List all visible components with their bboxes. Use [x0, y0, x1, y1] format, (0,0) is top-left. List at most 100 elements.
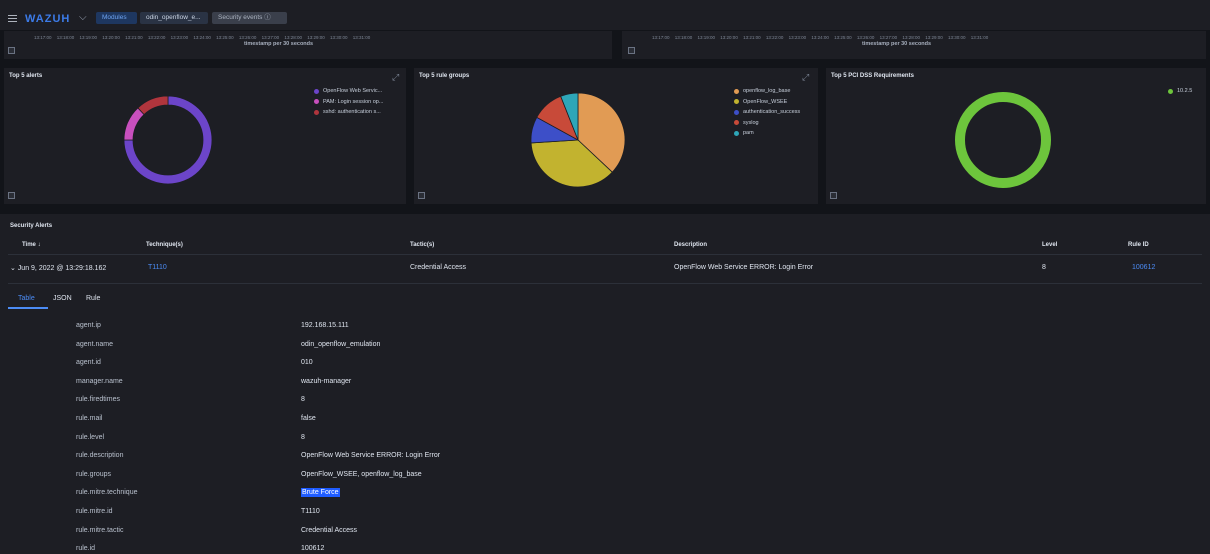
- legend-item[interactable]: sshd: authentication s...: [314, 107, 383, 118]
- detail-value-text: OpenFlow Web Service ERROR: Login Error: [301, 452, 441, 460]
- pci-dss-donut-chart: [955, 92, 1051, 188]
- chart-slices: [955, 92, 1051, 188]
- row-level: 8: [1042, 264, 1046, 271]
- column-header-tactic[interactable]: Tactic(s): [410, 242, 434, 248]
- legend-label: PAM: Login session op...: [323, 98, 384, 105]
- legend-toggle-icon[interactable]: [830, 192, 837, 199]
- detail-key: rule.level: [76, 433, 105, 441]
- column-header-description[interactable]: Description: [674, 242, 707, 248]
- legend-toggle-icon[interactable]: [628, 47, 635, 54]
- detail-value-text: 8: [301, 433, 305, 441]
- detail-value: 192.168.15.111: [301, 322, 349, 329]
- detail-value-text: Brute Force: [301, 488, 340, 498]
- legend-item[interactable]: OpenFlow_WSEE: [734, 97, 800, 108]
- detail-value-text: wazuh-manager: [301, 377, 352, 385]
- top-5-alerts-panel: Top 5 alerts ⤢ OpenFlow Web Servic... PA…: [4, 68, 406, 204]
- tab-json[interactable]: JSON: [53, 295, 72, 302]
- breadcrumb-modules[interactable]: Modules: [96, 12, 137, 24]
- detail-row: rule.mitre.technique Brute Force: [0, 483, 1210, 503]
- detail-value-text: 010: [301, 359, 313, 367]
- detail-key: rule.id: [76, 545, 96, 553]
- detail-value-text: 192.168.15.111: [301, 322, 349, 329]
- legend-dot: [314, 109, 319, 115]
- detail-value: T1110: [301, 508, 320, 515]
- chart-slice[interactable]: [955, 92, 1051, 188]
- detail-value-text: 8: [301, 396, 305, 404]
- detail-key: rule.firedtimes: [76, 396, 120, 404]
- legend-toggle-icon[interactable]: [418, 192, 425, 199]
- legend-label: OpenFlow Web Servic...: [323, 88, 383, 95]
- legend-item[interactable]: openflow_log_base: [734, 86, 800, 97]
- column-header-level[interactable]: Level: [1042, 242, 1057, 248]
- legend-item[interactable]: OpenFlow Web Servic...: [314, 86, 383, 97]
- detail-value: odin_openflow_emulation: [301, 341, 380, 348]
- histogram-x-ticks: 13:17:00 13:18:00 13:19:00 13:20:00 13:2…: [652, 35, 989, 40]
- detail-row: rule.groups OpenFlow_WSEE, openflow_log_b…: [0, 465, 1210, 485]
- detail-key: agent.name: [76, 340, 113, 348]
- column-header-technique[interactable]: Technique(s): [146, 242, 183, 248]
- histogram-panel-left: 13:17:00 13:18:00 13:19:00 13:20:00 13:2…: [4, 31, 612, 59]
- detail-value: OpenFlow_WSEE, openflow_log_base: [301, 471, 422, 478]
- divider: [8, 283, 1202, 284]
- legend-dot: [1168, 88, 1173, 94]
- detail-key: rule.description: [76, 452, 124, 460]
- top-5-rule-groups-panel: Top 5 rule groups ⤢ openflow_log_base Op…: [414, 68, 818, 204]
- detail-row: rule.mitre.tactic Credential Access: [0, 521, 1210, 541]
- column-header-time[interactable]: Time ↓: [22, 242, 41, 248]
- column-header-rule-id[interactable]: Rule ID: [1128, 242, 1149, 248]
- detail-value-text: false: [301, 415, 316, 422]
- divider: [8, 254, 1202, 255]
- detail-row: agent.name odin_openflow_emulation: [0, 335, 1210, 355]
- legend-label: syslog: [743, 119, 759, 126]
- tab-rule[interactable]: Rule: [86, 295, 100, 302]
- detail-key: rule.mitre.tactic: [76, 526, 124, 534]
- legend-label: sshd: authentication s...: [323, 109, 381, 116]
- detail-key: rule.mail: [76, 415, 103, 422]
- chart-legend: 10.2.5: [1168, 86, 1192, 97]
- detail-row: rule.mitre.id T1110: [0, 502, 1210, 522]
- detail-key: manager.name: [76, 377, 123, 385]
- row-technique-link[interactable]: T1110: [148, 264, 167, 271]
- tab-table[interactable]: Table: [18, 295, 35, 302]
- legend-dot: [314, 99, 319, 105]
- detail-row: rule.firedtimes 8: [0, 390, 1210, 410]
- breadcrumb-current: Security events ⓘ: [212, 12, 287, 24]
- detail-key: agent.ip: [76, 322, 101, 329]
- wazuh-logo[interactable]: WAZUH: [25, 13, 70, 25]
- chevron-down-icon[interactable]: ⌵: [79, 12, 87, 23]
- legend-item[interactable]: syslog: [734, 118, 800, 129]
- detail-row: agent.id 010: [0, 353, 1210, 373]
- top-bar: WAZUH ⌵ Modules odin_openflow_e... Secur…: [0, 0, 1210, 30]
- chart-slice[interactable]: [137, 95, 169, 116]
- chart-legend: openflow_log_base OpenFlow_WSEE authenti…: [734, 86, 800, 139]
- security-alerts-title: Security Alerts: [10, 223, 53, 229]
- breadcrumb-agent[interactable]: odin_openflow_e...: [140, 12, 208, 24]
- detail-value: 100612: [301, 545, 324, 552]
- detail-value: OpenFlow Web Service ERROR: Login Error: [301, 452, 440, 459]
- legend-dot: [734, 99, 739, 105]
- legend-item[interactable]: pam: [734, 128, 800, 139]
- row-tactic: Credential Access: [410, 264, 467, 271]
- detail-key: rule.groups: [76, 470, 112, 478]
- detail-value: false: [301, 415, 316, 422]
- detail-value: 010: [301, 359, 313, 366]
- detail-key: rule.mitre.technique: [76, 489, 138, 497]
- legend-toggle-icon[interactable]: [8, 47, 15, 54]
- row-rule-id-link[interactable]: 100612: [1132, 264, 1155, 271]
- legend-item[interactable]: PAM: Login session op...: [314, 97, 383, 108]
- legend-dot: [734, 109, 739, 115]
- row-time[interactable]: ⌄ Jun 9, 2022 @ 13:29:18.162: [10, 264, 106, 272]
- histogram-x-title: timestamp per 30 seconds: [862, 41, 932, 47]
- detail-key: agent.id: [76, 359, 101, 367]
- legend-item[interactable]: authentication_success: [734, 107, 800, 118]
- legend-toggle-icon[interactable]: [8, 192, 15, 199]
- legend-label: authentication_success: [743, 109, 801, 116]
- detail-value: Brute Force: [301, 488, 340, 498]
- chart-slice[interactable]: [123, 107, 145, 141]
- row-description: OpenFlow Web Service ERROR: Login Error: [674, 264, 814, 271]
- detail-value-text: odin_openflow_emulation: [301, 340, 381, 348]
- legend-item[interactable]: 10.2.5: [1168, 86, 1192, 97]
- menu-icon[interactable]: [8, 15, 17, 22]
- top-5-pci-dss-panel: Top 5 PCI DSS Requirements 10.2.5: [826, 68, 1206, 204]
- legend-label: OpenFlow_WSEE: [743, 98, 788, 105]
